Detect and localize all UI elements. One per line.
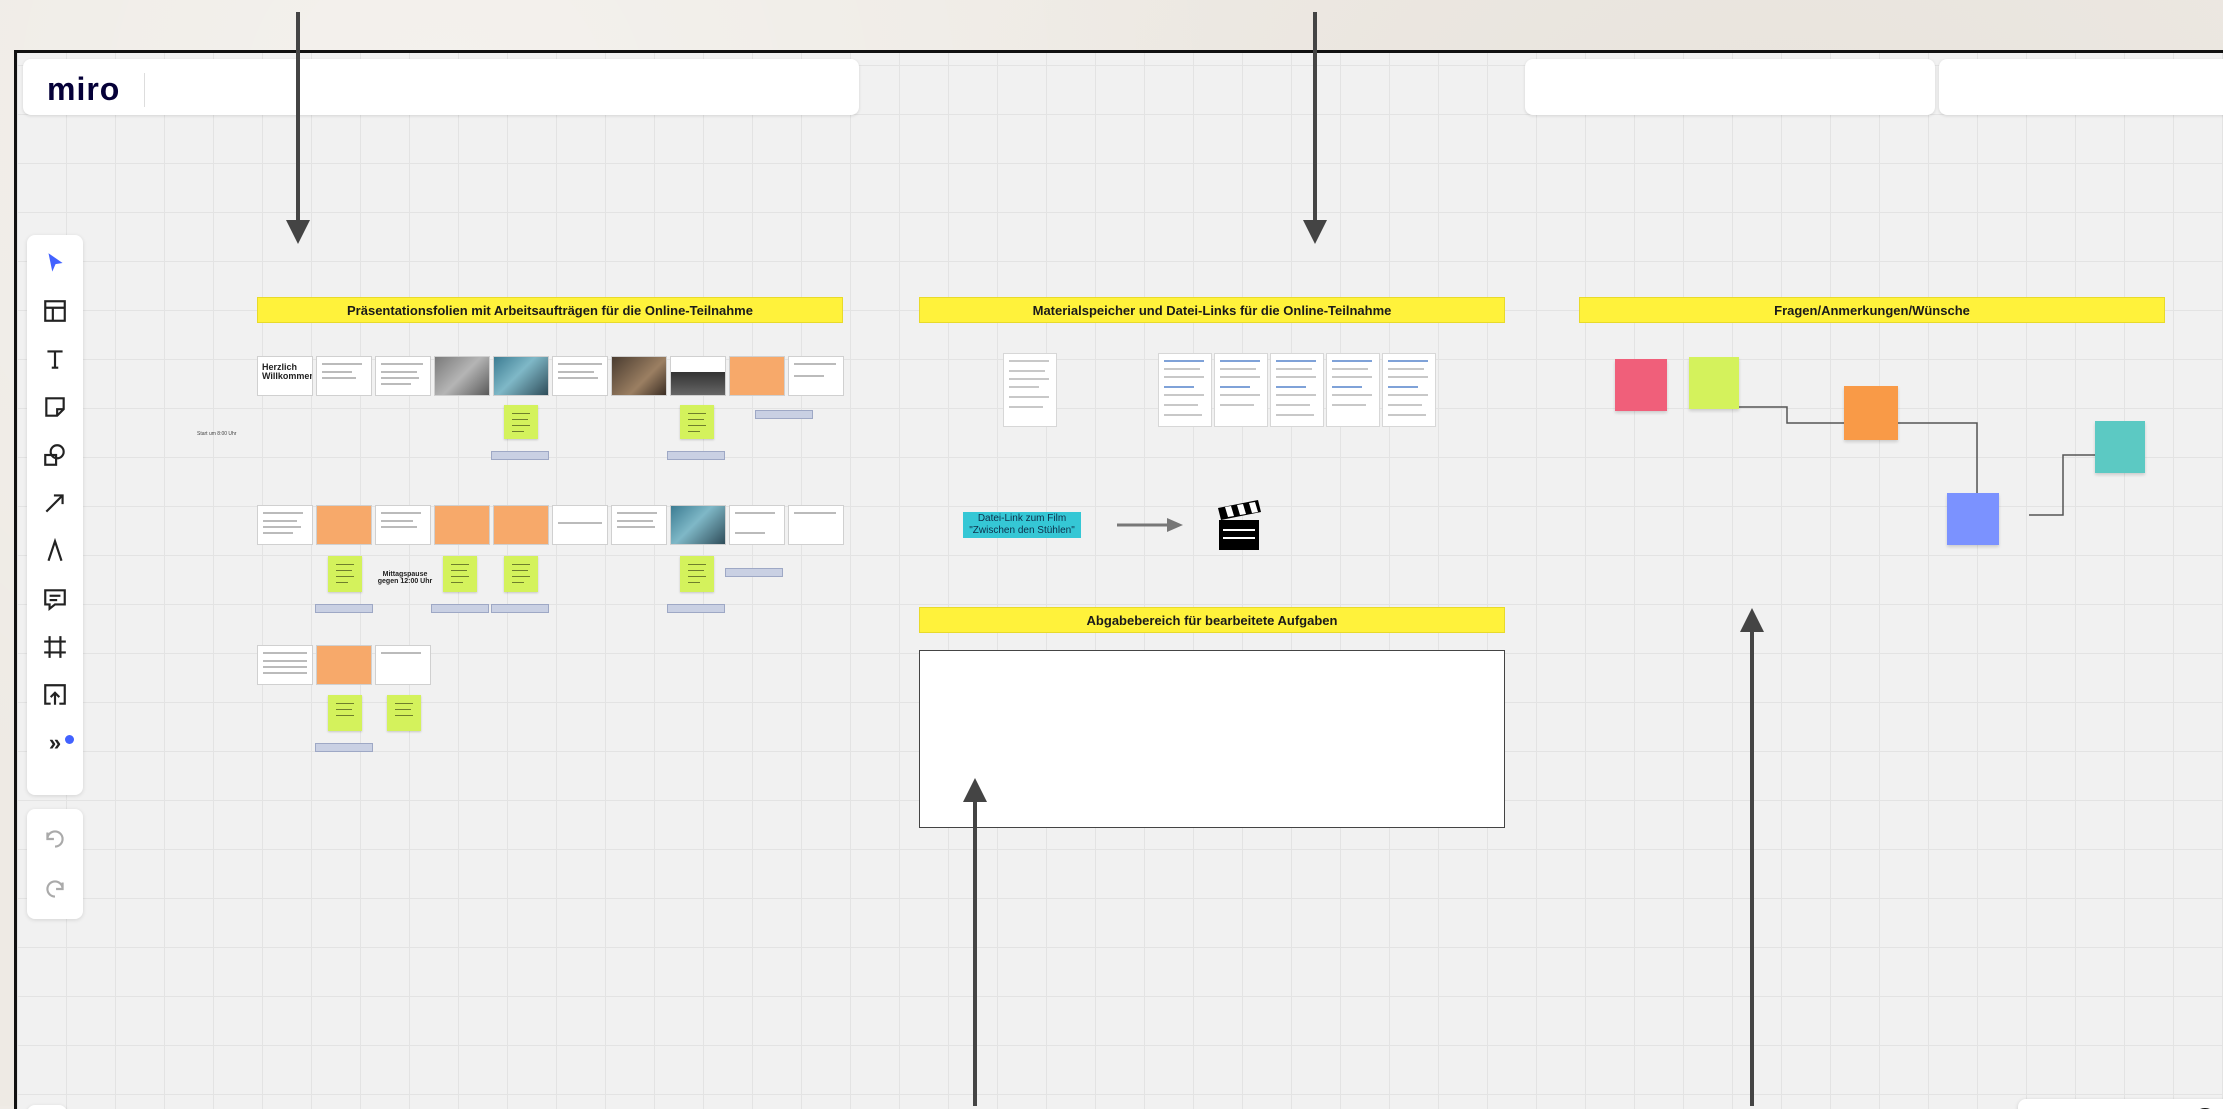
slide[interactable] xyxy=(729,505,785,545)
zoom-controls: − 3% + ? xyxy=(2018,1099,2223,1109)
question-sticky-orange[interactable] xyxy=(1844,386,1898,440)
slide[interactable] xyxy=(434,356,490,396)
slide[interactable] xyxy=(316,505,372,545)
slide[interactable] xyxy=(257,505,313,545)
slide[interactable] xyxy=(434,505,490,545)
question-sticky-red[interactable] xyxy=(1615,359,1667,411)
time-pill[interactable] xyxy=(667,604,725,613)
slide[interactable] xyxy=(729,356,785,396)
slide[interactable] xyxy=(670,505,726,545)
collaboration-bar xyxy=(1525,59,1935,115)
submission-section-heading[interactable]: Abgabebereich für bearbeitete Aufgaben xyxy=(919,607,1505,633)
slide-welcome[interactable]: Herzlich Willkommen xyxy=(257,356,313,396)
lunch-break-label: Mittagspause gegen 12:00 Uhr xyxy=(377,571,433,585)
slide[interactable] xyxy=(493,356,549,396)
time-pill[interactable] xyxy=(315,604,373,613)
slide[interactable] xyxy=(611,356,667,396)
document-thumbnail[interactable] xyxy=(1326,353,1380,427)
redo-icon[interactable] xyxy=(39,873,71,905)
header-divider xyxy=(144,73,145,107)
time-pill[interactable] xyxy=(725,568,783,577)
time-pill[interactable] xyxy=(315,743,373,752)
film-file-link[interactable]: Datei-Link zum Film "Zwischen den Stühle… xyxy=(963,512,1081,538)
templates-icon[interactable] xyxy=(39,295,71,327)
submission-area[interactable] xyxy=(919,650,1505,828)
slide[interactable] xyxy=(788,356,844,396)
task-sticky-note[interactable] xyxy=(680,405,714,439)
slide-welcome-text: Herzlich Willkommen xyxy=(262,362,313,381)
shapes-icon[interactable] xyxy=(39,439,71,471)
miro-board-canvas[interactable]: miro » Präsentationsfolien mit Arbeitsau… xyxy=(14,50,2223,1109)
upload-icon[interactable] xyxy=(39,679,71,711)
time-pill[interactable] xyxy=(431,604,489,613)
document-thumbnail[interactable] xyxy=(1382,353,1436,427)
slide[interactable] xyxy=(788,505,844,545)
slide[interactable] xyxy=(375,645,431,685)
task-sticky-note[interactable] xyxy=(680,556,714,592)
question-sticky-blue[interactable] xyxy=(1947,493,1999,545)
task-sticky-note[interactable] xyxy=(328,695,362,731)
frame-icon[interactable] xyxy=(39,631,71,663)
slide[interactable] xyxy=(611,505,667,545)
slide[interactable] xyxy=(316,356,372,396)
document-thumbnail[interactable] xyxy=(1214,353,1268,427)
start-time-label: Start um 8:00 Uhr xyxy=(197,431,237,437)
clapperboard-icon[interactable] xyxy=(1215,500,1265,552)
undo-icon[interactable] xyxy=(39,823,71,855)
materials-section-heading[interactable]: Materialspeicher und Datei-Links für die… xyxy=(919,297,1505,323)
task-sticky-note[interactable] xyxy=(387,695,421,731)
time-pill[interactable] xyxy=(491,604,549,613)
slide[interactable] xyxy=(375,356,431,396)
document-thumbnail[interactable] xyxy=(1158,353,1212,427)
pen-icon[interactable] xyxy=(39,535,71,567)
slide[interactable] xyxy=(493,505,549,545)
new-feature-dot xyxy=(65,735,74,744)
document-thumbnail[interactable] xyxy=(1270,353,1324,427)
slide[interactable] xyxy=(552,356,608,396)
slide[interactable] xyxy=(552,505,608,545)
question-sticky-green[interactable] xyxy=(1689,357,1739,409)
document-thumbnail[interactable] xyxy=(1003,353,1057,427)
creation-toolbar: » xyxy=(27,235,83,795)
task-sticky-note[interactable] xyxy=(328,556,362,592)
task-sticky-note[interactable] xyxy=(504,556,538,592)
slides-section-heading[interactable]: Präsentationsfolien mit Arbeitsaufträgen… xyxy=(257,297,843,323)
question-sticky-teal[interactable] xyxy=(2095,421,2145,473)
time-pill[interactable] xyxy=(667,451,725,460)
slide[interactable] xyxy=(316,645,372,685)
history-toolbar xyxy=(27,809,83,919)
sticky-note-icon[interactable] xyxy=(39,391,71,423)
share-bar xyxy=(1939,59,2223,115)
arrow-icon[interactable] xyxy=(39,487,71,519)
time-pill[interactable] xyxy=(755,410,813,419)
link-arrow xyxy=(1117,518,1183,532)
slide[interactable] xyxy=(257,645,313,685)
task-sticky-note[interactable] xyxy=(504,405,538,439)
cursor-icon[interactable] xyxy=(39,247,71,279)
slide[interactable] xyxy=(375,505,431,545)
miro-logo[interactable]: miro xyxy=(47,71,120,108)
slide[interactable] xyxy=(670,356,726,396)
time-pill[interactable] xyxy=(491,451,549,460)
questions-section-heading[interactable]: Fragen/Anmerkungen/Wünsche xyxy=(1579,297,2165,323)
comment-icon[interactable] xyxy=(39,583,71,615)
task-sticky-note[interactable] xyxy=(443,556,477,592)
text-icon[interactable] xyxy=(39,343,71,375)
board-header: miro xyxy=(23,59,859,115)
